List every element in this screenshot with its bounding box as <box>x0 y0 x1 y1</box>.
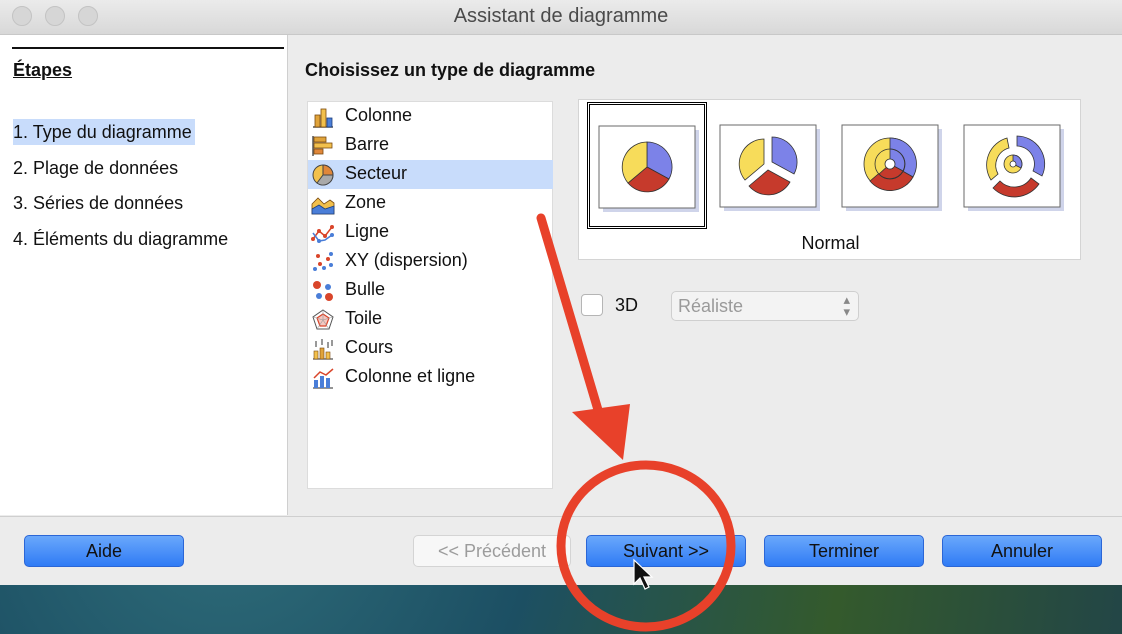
chart-type-label: Secteur <box>345 163 408 183</box>
3d-style-value: Réaliste <box>678 296 744 316</box>
steps-heading: Étapes <box>13 60 73 80</box>
donut-exploded-icon <box>963 124 1064 211</box>
next-button[interactable]: Suivant >> <box>586 535 746 567</box>
column-line-chart-icon <box>313 368 334 389</box>
3d-style-select[interactable]: Réaliste ▴ ▾ <box>671 291 859 321</box>
steps-divider <box>12 47 284 49</box>
chart-type-label: Toile <box>345 308 383 328</box>
window-title: Assistant de diagramme <box>453 5 669 27</box>
chart-type-list[interactable]: Colonne Barre Secteur Zone Ligne XY (dis… <box>307 101 553 489</box>
pie-chart-icon <box>312 164 334 186</box>
3d-checkbox[interactable] <box>581 294 603 316</box>
bar-chart-icon <box>312 136 333 156</box>
title-bar: Assistant de diagramme <box>0 0 1122 35</box>
button-bar-divider <box>0 516 1122 517</box>
chart-type-column[interactable]: Colonne <box>308 102 553 131</box>
variant-caption: Normal <box>801 233 860 253</box>
variant-pie-exploded[interactable] <box>713 102 833 229</box>
chart-variant-panel: Normal <box>578 99 1081 260</box>
step-data-range[interactable]: 2. Plage de données <box>13 155 181 181</box>
pie-normal-icon <box>598 125 699 212</box>
column-chart-icon <box>313 108 333 128</box>
back-button[interactable]: << Précédent <box>413 535 571 567</box>
chart-type-label: Barre <box>345 134 390 154</box>
steps-panel: Étapes 1. Type du diagramme 2. Plage de … <box>0 35 288 515</box>
chevron-updown-icon: ▴ ▾ <box>843 292 850 319</box>
3d-label: 3D <box>615 295 639 315</box>
variant-pie-normal[interactable] <box>587 102 707 229</box>
chart-type-net[interactable]: Toile <box>308 305 553 334</box>
chart-type-label: Colonne et ligne <box>345 366 476 386</box>
chart-type-area[interactable]: Zone <box>308 189 553 218</box>
step-chart-elements[interactable]: 4. Éléments du diagramme <box>13 226 231 252</box>
help-button[interactable]: Aide <box>24 535 184 567</box>
chart-type-label: Cours <box>345 337 394 357</box>
chart-type-column-line[interactable]: Colonne et ligne <box>308 363 553 392</box>
chart-type-label: Ligne <box>345 221 390 241</box>
section-title: Choisissez un type de diagramme <box>305 60 596 80</box>
chart-type-line[interactable]: Ligne <box>308 218 553 247</box>
cancel-button[interactable]: Annuler <box>942 535 1102 567</box>
chart-wizard-window: Assistant de diagramme Étapes 1. Type du… <box>0 0 1122 585</box>
chart-type-scatter[interactable]: XY (dispersion) <box>308 247 553 276</box>
step-data-series[interactable]: 3. Séries de données <box>13 190 186 216</box>
variant-donut-exploded[interactable] <box>957 102 1077 229</box>
net-chart-icon <box>312 309 334 330</box>
pie-exploded-icon <box>719 124 820 211</box>
chart-type-label: XY (dispersion) <box>345 250 468 270</box>
line-chart-icon <box>311 225 334 243</box>
chart-type-label: Bulle <box>345 279 386 299</box>
donut-icon <box>841 124 942 211</box>
chart-type-bubble[interactable]: Bulle <box>308 276 553 305</box>
chart-type-stock[interactable]: Cours <box>308 334 553 363</box>
step-chart-type[interactable]: 1. Type du diagramme <box>13 119 195 145</box>
chart-type-bar[interactable]: Barre <box>308 131 553 160</box>
variant-donut[interactable] <box>835 102 955 229</box>
stock-chart-icon <box>313 339 333 360</box>
scatter-chart-icon <box>313 252 333 271</box>
chart-type-pie[interactable]: Secteur <box>308 160 553 189</box>
chart-type-label: Zone <box>345 192 387 212</box>
bubble-chart-icon <box>313 281 333 301</box>
finish-button[interactable]: Terminer <box>764 535 924 567</box>
chart-type-label: Colonne <box>345 105 413 125</box>
area-chart-icon <box>311 197 335 215</box>
